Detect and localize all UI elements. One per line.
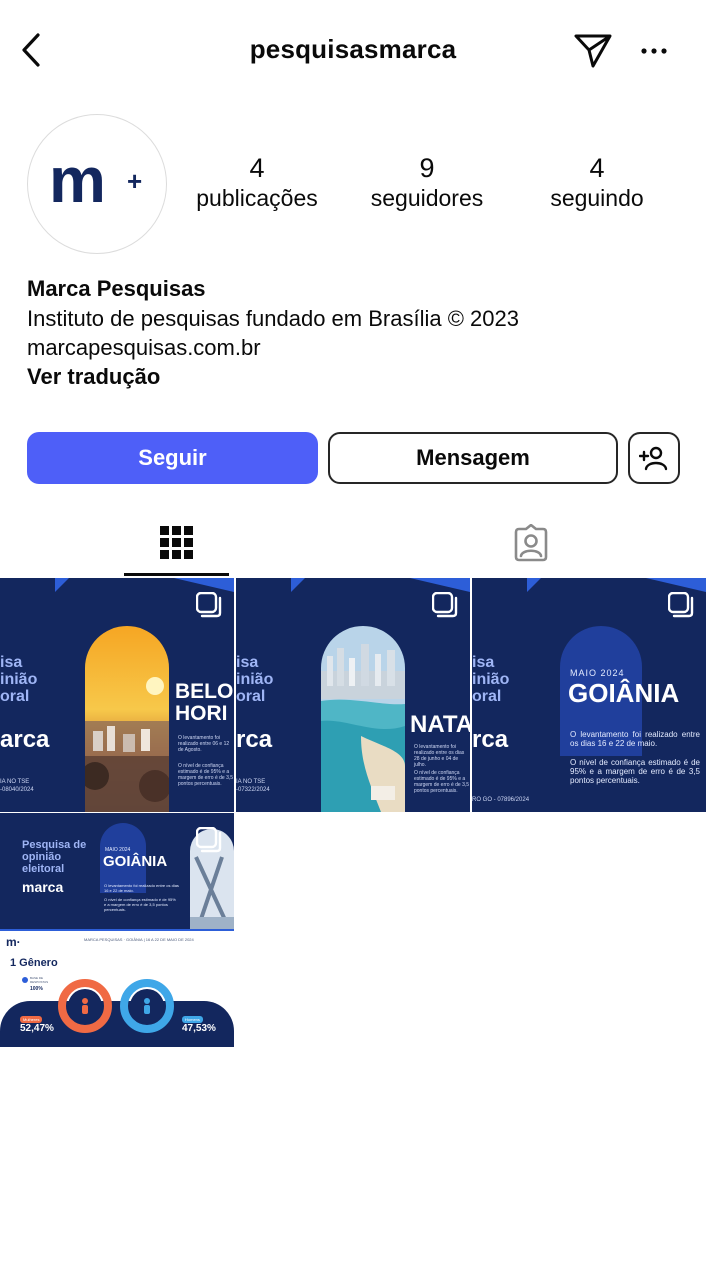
decor-corner	[410, 578, 470, 592]
stat-value: 9	[419, 153, 435, 183]
header-divider	[0, 929, 234, 931]
top-bar: pesquisasmarca	[0, 0, 706, 100]
post-title-fragment: isa inião oral	[472, 654, 510, 705]
decor-corner	[291, 578, 305, 592]
female-percentage: 52,47%	[20, 1023, 54, 1034]
follow-button[interactable]: Seguir	[27, 432, 318, 484]
registration-text: RO GO - 07896/2024	[472, 797, 530, 803]
post-note: O levantamento foi realizado entre os di…	[104, 883, 179, 893]
male-label: Homens	[182, 1016, 203, 1023]
footer-header: MARCA PESQUISAS · GOIÂNIA | 16 A 22 DE M…	[84, 937, 194, 942]
brand-logo-fragment: rca	[472, 726, 509, 753]
stat-followers[interactable]: 9 seguidores	[342, 152, 512, 222]
brand-logo-fragment: arca	[0, 726, 50, 753]
section-title: 1 Gênero	[10, 957, 58, 969]
grid-icon	[159, 526, 193, 559]
post-thumbnail[interactable]: Pesquisa de opinião eleitoral marca MAIO…	[0, 813, 234, 1047]
legend-dot	[22, 977, 28, 983]
gender-donut-female	[58, 979, 112, 1033]
add-person-icon	[639, 446, 668, 471]
registration-text: IA NO TSE -07322/2024	[236, 779, 270, 793]
post-thumbnail[interactable]: isa inião oral rca RO GO - 07896/2024 MA…	[472, 578, 706, 812]
female-label: Mulheres	[20, 1016, 43, 1023]
tagged-person-icon	[514, 524, 547, 562]
post-city-title: GOIÂNIA	[568, 678, 680, 708]
profile-avatar[interactable]: m +	[27, 114, 167, 254]
post-thumbnail[interactable]: isa inião oral rca IA NO TSE -07322/2024…	[236, 578, 470, 812]
see-translation-link[interactable]: Ver tradução	[27, 362, 687, 392]
tab-tagged[interactable]	[478, 510, 583, 576]
profile-stats: 4 publicações 9 seguidores 4 seguindo	[172, 152, 682, 222]
male-percentage: 47,53%	[182, 1023, 216, 1034]
more-horizontal-icon	[641, 48, 667, 54]
beach-city-photo	[321, 626, 405, 812]
post-thumbnail[interactable]: isa inião oral arca IA NO TSE -08040/202…	[0, 578, 234, 812]
post-note: O levantamento foi realizado entre os di…	[414, 744, 465, 768]
post-city-title: NATA	[410, 711, 470, 738]
stat-value: 4	[249, 153, 265, 183]
stat-posts[interactable]: 4 publicações	[172, 152, 342, 222]
post-title: Pesquisa de opinião eleitoral	[22, 839, 87, 875]
post-note: O nível de confiança estimado é de 95% e…	[178, 763, 234, 787]
message-button[interactable]: Mensagem	[328, 432, 618, 484]
post-title-fragment: isa inião oral	[0, 654, 38, 705]
active-tab-indicator	[124, 573, 229, 576]
gender-donut-male	[120, 979, 174, 1033]
legend-value: 100%	[30, 986, 43, 992]
stat-label: seguidores	[370, 185, 484, 211]
carousel-icon	[196, 592, 222, 618]
profile-name: Marca Pesquisas	[27, 276, 206, 301]
paper-plane-icon	[574, 34, 612, 68]
post-title-fragment: isa inião oral	[236, 654, 274, 705]
suggest-users-button[interactable]	[628, 432, 680, 484]
stat-label: seguindo	[550, 185, 644, 211]
post-note: O levantamento foi realizado entre 06 e …	[178, 735, 230, 753]
send-message-button[interactable]	[572, 30, 614, 70]
carousel-icon	[432, 592, 458, 618]
profile-tabs	[0, 510, 706, 576]
carousel-icon	[668, 592, 694, 618]
post-city-title: BELO HORI	[175, 680, 234, 725]
profile-bio: Marca Pesquisas Instituto de pesquisas f…	[27, 274, 687, 392]
stat-label: publicações	[196, 185, 318, 211]
post-note: O levantamento foi realizado entre os di…	[570, 730, 700, 748]
decor-corner	[527, 578, 541, 592]
marca-logo: m +	[49, 154, 142, 214]
carousel-icon	[196, 827, 222, 853]
svg-text:+: +	[127, 166, 142, 196]
profile-link[interactable]: marcapesquisas.com.br	[27, 333, 687, 362]
stat-value: 4	[589, 153, 605, 183]
post-note: O nível de confiança estimado é de 95% e…	[570, 758, 700, 785]
stat-following[interactable]: 4 seguindo	[512, 152, 682, 222]
decor-corner	[646, 578, 706, 592]
tab-posts-grid[interactable]	[124, 510, 229, 576]
more-options-button[interactable]	[636, 36, 672, 66]
decor-corner	[174, 578, 234, 592]
post-date: MAIO 2024	[570, 668, 625, 678]
legend-label: BASE DE RESPOSTAS	[30, 976, 49, 984]
sunset-city-photo	[85, 626, 169, 812]
decor-corner	[55, 578, 69, 592]
post-note: O nível de confiança estimado é de 95% e…	[414, 770, 470, 794]
brand-logo-fragment: rca	[236, 726, 273, 753]
svg-text:m: m	[49, 154, 103, 214]
footer-logo: m·	[6, 935, 21, 949]
bio-text: Instituto de pesquisas fundado em Brasíl…	[27, 306, 519, 331]
brand-logo: marca	[22, 879, 64, 895]
post-note: O nível de confiança estimado é de 95% e…	[104, 897, 176, 912]
post-city-title: GOIÂNIA	[103, 853, 168, 870]
registration-text: IA NO TSE -08040/2024	[0, 779, 34, 793]
